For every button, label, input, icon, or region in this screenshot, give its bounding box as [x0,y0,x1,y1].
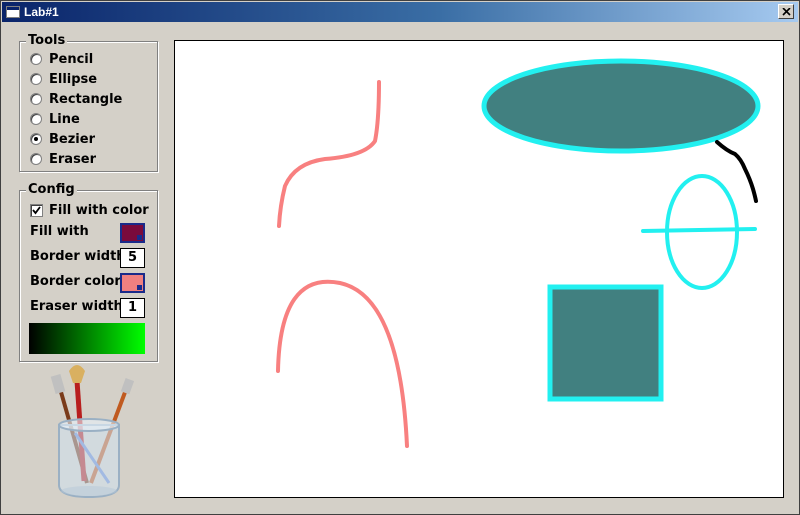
title-bar[interactable]: Lab#1 [2,2,798,22]
fill-with-color-checkbox[interactable]: Fill with color [30,201,149,219]
app-icon [6,6,20,18]
radio-button[interactable] [30,73,42,85]
tool-bezier-radio[interactable]: Bezier [30,130,95,148]
radio-button[interactable] [30,93,42,105]
border-color-swatch[interactable] [120,273,145,293]
radio-button[interactable] [30,53,42,65]
filled-ellipse-shape[interactable] [481,58,761,154]
fill-with-label: Fill with [30,224,89,239]
fill-color-swatch[interactable] [120,223,145,243]
fill-with-color-label: Fill with color [49,202,149,218]
color-gradient-bar[interactable] [29,323,145,354]
drawing-canvas[interactable] [174,40,784,498]
window-title: Lab#1 [24,5,59,19]
tool-ellipse-label: Ellipse [49,71,98,87]
swatch-corner [137,285,142,290]
filled-rectangle-shape[interactable] [547,284,664,402]
canvas-shapes [276,58,761,448]
config-group-title: Config [26,182,77,197]
app-window: Lab#1 Tools Pencil Ellipse Rectangle Lin… [0,0,800,515]
config-group: Config Fill with color Fill with Border … [19,182,158,362]
tool-line-label: Line [49,111,80,127]
tool-bezier-label: Bezier [49,131,95,147]
tool-ellipse-radio[interactable]: Ellipse [30,70,97,88]
radio-button[interactable] [30,153,42,165]
radio-button[interactable] [30,113,42,125]
eraser-width-input[interactable]: 1 [120,298,145,318]
border-width-label: Border width [30,249,126,264]
checkbox-checked[interactable] [30,203,43,217]
tools-group: Tools Pencil Ellipse Rectangle Line Bezi… [19,33,158,172]
border-color-label: Border color [30,274,121,289]
tools-group-title: Tools [26,33,68,48]
tool-line-radio[interactable]: Line [30,110,80,128]
radio-button-checked[interactable] [30,133,42,145]
close-button[interactable] [778,4,794,19]
paint-brushes-jar-icon [50,365,135,499]
tool-rectangle-radio[interactable]: Rectangle [30,90,122,108]
tool-pencil-radio[interactable]: Pencil [30,50,93,68]
tool-eraser-label: Eraser [49,151,97,167]
pencil-stroke[interactable] [715,140,758,203]
tool-rectangle-label: Rectangle [49,91,123,107]
bezier-curve-1[interactable] [277,80,381,228]
bezier-curve-2[interactable] [276,279,409,448]
check-icon [32,205,41,214]
swatch-corner [137,235,142,240]
line-shape[interactable] [641,227,757,233]
border-width-input[interactable]: 5 [120,248,145,268]
tool-pencil-label: Pencil [49,51,94,67]
close-icon [781,7,791,16]
eraser-width-label: Eraser width [30,299,123,314]
tool-eraser-radio[interactable]: Eraser [30,150,96,168]
